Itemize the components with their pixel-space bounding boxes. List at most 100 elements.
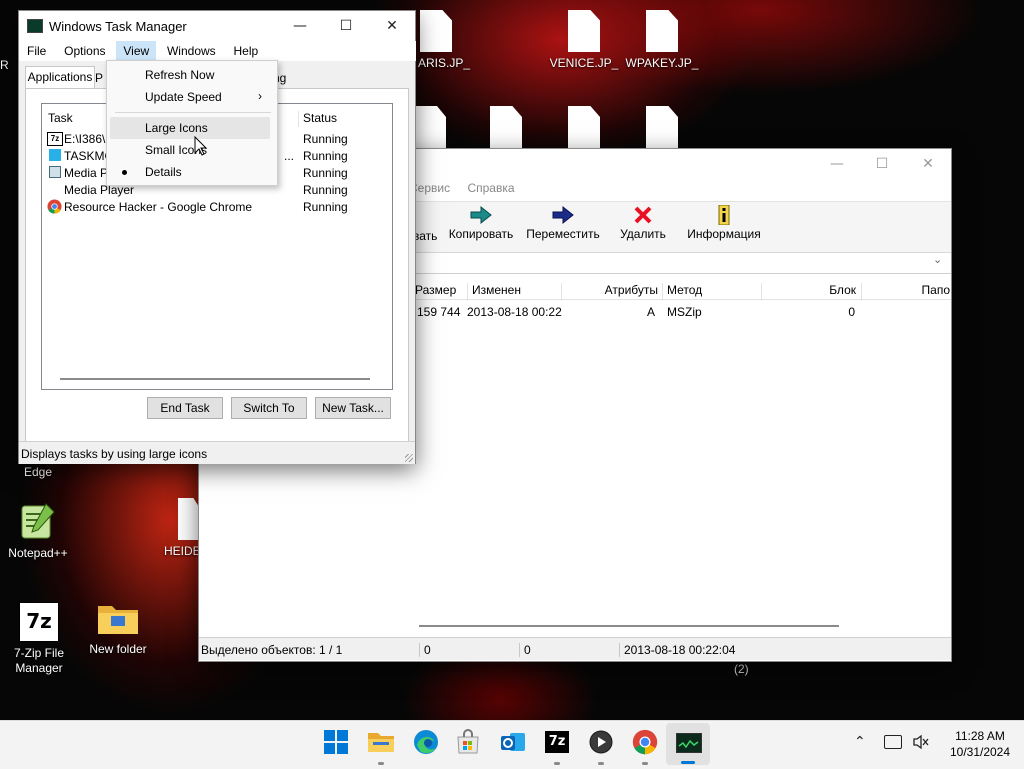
menu-help[interactable]: Help [227,41,266,61]
cell-block: 0 [848,305,855,319]
document-icon [178,498,200,540]
toolbar-label: Информация [687,227,761,241]
minimize-button[interactable]: — [814,149,860,179]
status-text: Displays tasks by using large icons [21,447,208,461]
menu-view[interactable]: View [116,41,157,61]
menu-item-label: Refresh Now [145,68,215,82]
running-indicator [378,762,384,765]
desktop-icon-notepadpp[interactable]: Notepad++ [0,500,76,561]
chrome-icon[interactable] [629,726,661,758]
minimize-button[interactable]: — [277,11,323,41]
desktop-icon-label: VENICE.JP_ [549,56,619,70]
delete-x-icon [611,205,675,227]
menu-options[interactable]: Options [57,41,112,61]
toolbar-label: Копировать [448,227,514,241]
clock-date[interactable]: 10/31/2024 [940,745,1020,759]
desktop-file-partial[interactable] [568,106,600,150]
status-date: 2013-08-18 00:22:04 [619,643,735,657]
task-row[interactable]: Resource Hacker - Google Chrome Running [46,199,386,216]
desktop-file-partial[interactable] [416,106,446,150]
toolbar-move-button[interactable]: Переместить [523,205,603,241]
maximize-button[interactable]: ☐ [859,149,905,179]
network-icon[interactable] [884,735,902,749]
desktop-file-wpakey[interactable]: WPAKEY.JP_ [622,10,702,71]
menu-item-update-speed[interactable]: Update Speed › [110,86,274,108]
menu-item-details[interactable]: Details [110,161,274,183]
media-player-icon[interactable] [585,726,617,758]
outlook-icon[interactable] [497,726,529,758]
volume-muted-icon[interactable] [912,734,930,753]
new-task-button[interactable]: New Task... [315,397,391,419]
sevenzip-statusbar: Выделено объектов: 1 / 1 0 0 2013-08-18 … [199,637,951,660]
taskmgr-row-icon [49,149,61,161]
column-modified[interactable]: Изменен [467,283,521,301]
desktop-icon-new-folder[interactable]: New folder [78,602,158,657]
column-method[interactable]: Метод [662,283,702,301]
menu-separator [115,112,271,113]
column-folder[interactable]: Папо [861,283,950,301]
desktop-icon-edge[interactable]: Edge [0,465,76,480]
horizontal-scrollbar[interactable] [419,625,839,627]
desktop-icon-label: Edge [23,465,53,479]
column-block[interactable]: Блок [761,283,856,301]
toolbar-copy-button[interactable]: Копировать [445,205,517,241]
edge-icon[interactable] [410,726,442,758]
resize-grip-icon[interactable] [405,454,413,462]
toolbar-delete-button[interactable]: Удалить [611,205,675,241]
mouse-cursor-icon [194,135,208,156]
menu-item-refresh-now[interactable]: Refresh Now [110,64,274,86]
taskmgr-taskbar-button[interactable] [666,723,710,765]
menu-help[interactable]: Справка [460,181,521,195]
desktop-file-partial[interactable] [646,106,678,150]
tab-applications[interactable]: Applications [25,66,95,89]
column-size[interactable]: Размер [415,283,456,297]
clock-time[interactable]: 11:28 AM [944,729,1016,743]
desktop-icon-label: 7-Zip File Manager [13,646,64,675]
task-status: Running [303,200,348,214]
desktop-icon-label: R [0,58,9,72]
desktop-file-venice[interactable]: VENICE.JP_ [544,10,624,71]
task-status: Running [303,166,348,180]
stray-label: (2) [734,662,749,676]
column-attributes[interactable]: Атрибуты [561,283,658,301]
toolbar-info-button[interactable]: Информация [683,204,765,241]
column-task[interactable]: Task [48,111,73,125]
task-name: Resource Hacker - Google Chrome [64,200,253,214]
desktop-icon-label: New folder [89,642,147,656]
close-button[interactable]: ✕ [905,149,951,179]
store-icon[interactable] [452,726,484,758]
switch-to-button[interactable]: Switch To [231,397,307,419]
bullet-icon [122,170,127,175]
cell-method: MSZip [667,305,702,319]
windows-start-icon[interactable] [320,726,352,758]
menu-windows[interactable]: Windows [160,41,223,61]
desktop-icon-7zip[interactable]: 7z 7-Zip File Manager [0,602,78,676]
horizontal-scrollbar[interactable] [60,378,370,380]
column-status[interactable]: Status [298,111,337,127]
toolbar-extract-button[interactable]: вать [413,229,437,243]
desktop-file-partial[interactable] [490,106,522,150]
chevron-up-icon[interactable]: ⌃ [854,734,866,750]
7zip-icon[interactable]: 7z [541,726,573,758]
chevron-down-icon[interactable]: ⌄ [933,253,942,266]
menu-item-large-icons[interactable]: Large Icons [110,117,270,139]
menu-item-small-icons[interactable]: Small Icons [110,139,274,161]
status-bar: Displays tasks by using large icons [19,441,415,464]
active-indicator [681,761,695,764]
file-explorer-icon[interactable] [365,726,397,758]
menubar: File Options View Windows Help [19,41,416,61]
chevron-right-icon: › [258,89,262,103]
cell-modified: 2013-08-18 00:22 [467,305,562,319]
end-task-button[interactable]: End Task [147,397,223,419]
menu-file[interactable]: File [20,41,53,61]
running-indicator [554,762,560,765]
desktop-file-heide[interactable]: HEIDE [160,498,201,559]
sevenzip-menubar: Сервис Справка [409,181,522,201]
button-label: End Task [160,401,210,415]
menu-service[interactable]: Сервис [409,181,457,195]
close-button[interactable]: ✕ [369,11,415,41]
tab-label: P [95,71,104,85]
desktop-icon-label: WPAKEY.JP_ [625,56,699,70]
running-indicator [598,762,604,765]
maximize-button[interactable]: ☐ [323,11,369,41]
